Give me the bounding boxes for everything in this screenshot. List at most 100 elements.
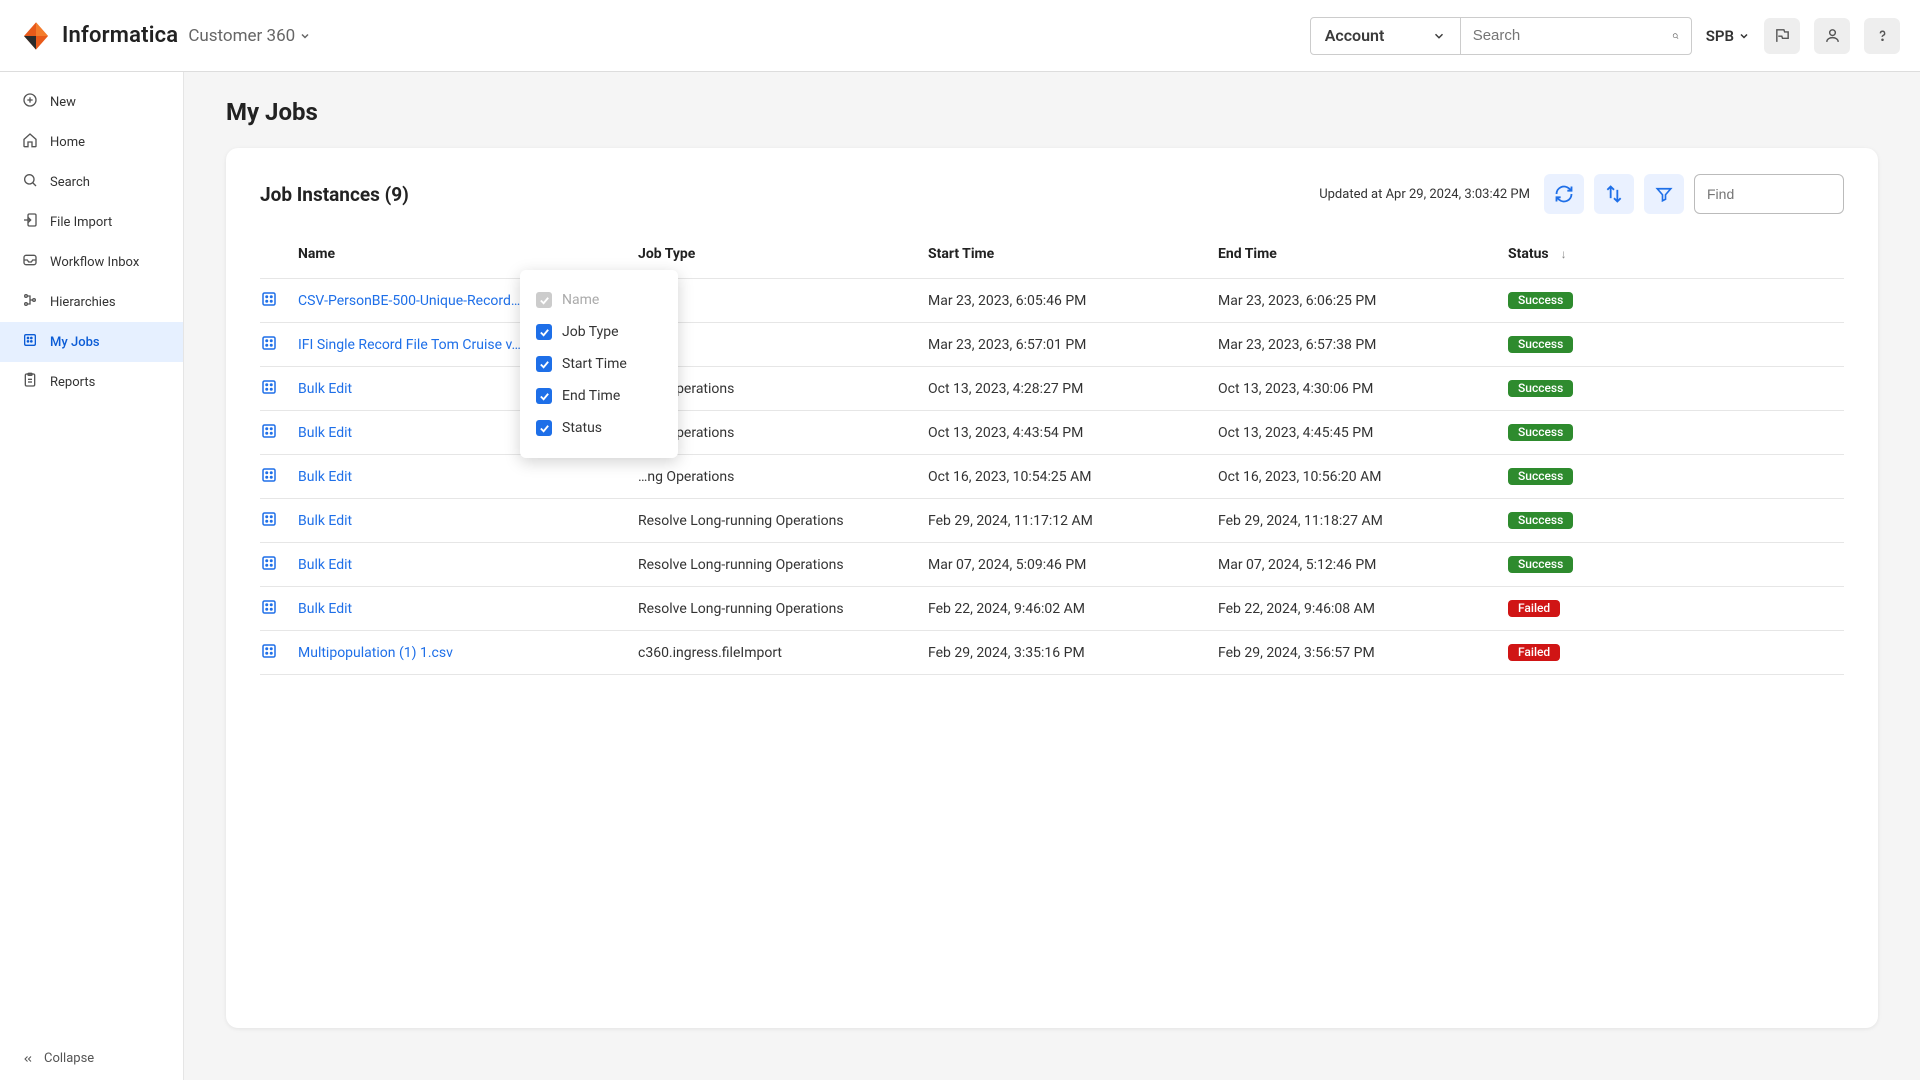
informatica-logo-icon xyxy=(20,20,52,52)
sidebar-item-hier[interactable]: Hierarchies xyxy=(0,282,183,322)
cell-start: Mar 07, 2024, 5:09:46 PM xyxy=(928,557,1218,573)
sidebar-item-label: New xyxy=(50,95,76,110)
job-link[interactable]: CSV-PersonBE-500-Unique-Record… xyxy=(298,293,520,309)
status-badge: Failed xyxy=(1508,644,1560,661)
help-icon xyxy=(1874,27,1891,44)
cell-name: Bulk Edit xyxy=(298,601,638,617)
cell-job-type: …port xyxy=(638,337,928,353)
status-badge: Success xyxy=(1508,468,1573,485)
sidebar-item-new[interactable]: New xyxy=(0,82,183,122)
sidebar: New HomeSearchFile ImportWorkflow InboxHi… xyxy=(0,72,184,1080)
table-row: Bulk Edit Resolve Long-running Operations… xyxy=(260,543,1844,587)
column-toggle-start-time[interactable]: Start Time xyxy=(524,348,674,380)
sidebar-item-label: Reports xyxy=(50,375,95,390)
sidebar-item-reports[interactable]: Reports xyxy=(0,362,183,402)
job-link[interactable]: Multipopulation (1) 1.csv xyxy=(298,645,453,661)
cell-start: Oct 13, 2023, 4:28:27 PM xyxy=(928,381,1218,397)
cell-start: Feb 22, 2024, 9:46:02 AM xyxy=(928,601,1218,617)
sidebar-item-home[interactable]: Home xyxy=(0,122,183,162)
search-scope-select[interactable]: Account xyxy=(1311,18,1461,54)
product-label: Customer 360 xyxy=(188,26,295,46)
cell-job-type: …port xyxy=(638,293,928,309)
help-button[interactable] xyxy=(1864,18,1900,54)
sidebar-item-file-import[interactable]: File Import xyxy=(0,202,183,242)
job-link[interactable]: Bulk Edit xyxy=(298,425,352,441)
col-job-type[interactable]: Job Type xyxy=(638,246,928,262)
cell-name: Multipopulation (1) 1.csv xyxy=(298,645,638,661)
profile-button[interactable] xyxy=(1814,18,1850,54)
sort-icon xyxy=(1604,184,1624,204)
sidebar-item-search[interactable]: Search xyxy=(0,162,183,202)
cell-status: Success xyxy=(1508,380,1844,397)
cell-job-type: c360.ingress.fileImport xyxy=(638,645,928,661)
filter-button[interactable] xyxy=(1644,174,1684,214)
col-status[interactable]: Status ↓ xyxy=(1508,246,1844,262)
table-row: Bulk EditResolve Long-running Operations… xyxy=(260,499,1844,543)
job-link[interactable]: IFI Single Record File Tom Cruise v… xyxy=(298,337,521,353)
collapse-icon xyxy=(20,1053,36,1065)
job-link[interactable]: Bulk Edit xyxy=(298,557,352,573)
job-link[interactable]: Bulk Edit xyxy=(298,381,352,397)
app-header: Informatica Customer 360 Account SPB xyxy=(0,0,1920,72)
status-badge: Success xyxy=(1508,380,1573,397)
refresh-icon xyxy=(1554,184,1574,204)
col-name[interactable]: Name xyxy=(298,246,638,262)
cell-start: Feb 29, 2024, 3:35:16 PM xyxy=(928,645,1218,661)
user-menu[interactable]: SPB xyxy=(1706,27,1750,45)
cell-end: Feb 22, 2024, 9:46:08 AM xyxy=(1218,601,1508,617)
job-link[interactable]: Bulk Edit xyxy=(298,469,352,485)
cell-status: Success xyxy=(1508,336,1844,353)
table-row: IFI Single Record File Tom Cruise v… …por… xyxy=(260,323,1844,367)
cell-job-type: Resolve Long-running Operations xyxy=(638,601,928,617)
chevron-down-icon xyxy=(299,30,311,42)
home-icon xyxy=(22,132,38,152)
card-tools: Updated at Apr 29, 2024, 3:03:42 PM xyxy=(1319,174,1844,214)
status-badge: Success xyxy=(1508,512,1573,529)
column-toggle-end-time[interactable]: End Time xyxy=(524,380,674,412)
search-input-wrap xyxy=(1461,18,1691,54)
col-start-time[interactable]: Start Time xyxy=(928,246,1218,262)
checkbox-icon xyxy=(536,324,552,340)
cell-status: Success xyxy=(1508,424,1844,441)
column-toggle-label: End Time xyxy=(562,388,620,404)
table-row: Bulk Edit …ng OperationsOct 13, 2023, 4:2… xyxy=(260,367,1844,411)
status-badge: Success xyxy=(1508,336,1573,353)
app-shell: New HomeSearchFile ImportWorkflow InboxHi… xyxy=(0,72,1920,1080)
job-icon xyxy=(260,554,298,576)
sidebar-item-workflow[interactable]: Workflow Inbox xyxy=(0,242,183,282)
job-icon xyxy=(260,290,298,312)
brand-name: Informatica xyxy=(62,23,178,48)
announcements-button[interactable] xyxy=(1764,18,1800,54)
cell-status: Success xyxy=(1508,556,1844,573)
search-icon[interactable] xyxy=(1672,26,1679,46)
column-toggle-label: Status xyxy=(562,420,602,436)
job-link[interactable]: Bulk Edit xyxy=(298,601,352,617)
table-header-row: Name Job Type Start Time End Time Status… xyxy=(260,234,1844,279)
cell-end: Mar 07, 2024, 5:12:46 PM xyxy=(1218,557,1508,573)
product-switcher[interactable]: Customer 360 xyxy=(188,26,311,46)
cell-status: Failed xyxy=(1508,644,1844,661)
section-title: Job Instances (9) xyxy=(260,183,409,206)
checkbox-icon xyxy=(536,356,552,372)
card-head: Job Instances (9) Updated at Apr 29, 202… xyxy=(260,174,1844,214)
header-right: Account SPB xyxy=(1310,17,1900,55)
sidebar-item-my-jobs[interactable]: My Jobs xyxy=(0,322,183,362)
sort-button[interactable] xyxy=(1594,174,1634,214)
status-badge: Failed xyxy=(1508,600,1560,617)
column-toggle-status[interactable]: Status xyxy=(524,412,674,444)
cell-job-type: Resolve Long-running Operations xyxy=(638,557,928,573)
collapse-sidebar[interactable]: Collapse xyxy=(0,1037,183,1080)
page-title: My Jobs xyxy=(226,98,1878,126)
col-end-time[interactable]: End Time xyxy=(1218,246,1508,262)
checkbox-icon xyxy=(536,388,552,404)
brand-area: Informatica Customer 360 xyxy=(20,20,311,52)
cell-name: Bulk Edit xyxy=(298,513,638,529)
global-search: Account xyxy=(1310,17,1692,55)
job-link[interactable]: Bulk Edit xyxy=(298,513,352,529)
refresh-button[interactable] xyxy=(1544,174,1584,214)
find-input[interactable] xyxy=(1694,174,1844,214)
cell-job-type: …ng Operations xyxy=(638,381,928,397)
column-toggle-label: Name xyxy=(562,292,599,308)
search-input[interactable] xyxy=(1473,27,1672,44)
column-toggle-job-type[interactable]: Job Type xyxy=(524,316,674,348)
